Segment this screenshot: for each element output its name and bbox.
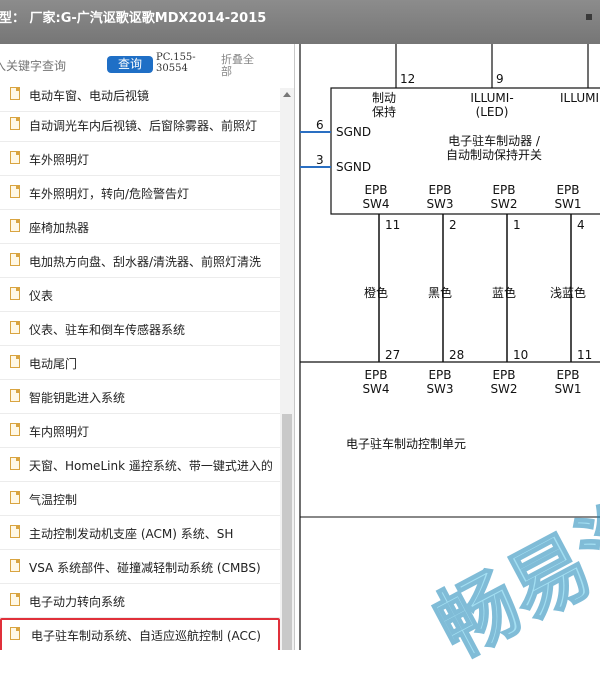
tree-item[interactable]: 座椅加热器 <box>0 210 280 244</box>
scrollbar-thumb[interactable] <box>282 414 292 650</box>
tree-item-label: 仪表 <box>29 289 54 303</box>
pin-number: 28 <box>449 348 464 362</box>
tree-item[interactable]: 电加热方向盘、刮水器/清洗器、前照灯清洗 <box>0 244 280 278</box>
document-icon <box>10 389 20 402</box>
tree-item[interactable]: 智能钥匙进入系统 <box>0 380 280 414</box>
wire-color-label: 黑色 <box>428 286 452 300</box>
document-icon <box>10 423 20 436</box>
sw-label: EPB SW1 <box>554 183 581 211</box>
window-control-icon[interactable] <box>586 14 592 20</box>
pc-code: PC.155-30554 <box>156 52 196 74</box>
wire-color-label: 橙色 <box>364 285 388 300</box>
pin-number: 27 <box>385 348 400 362</box>
left-pane: 查询 PC.155-30554 折叠全部 电动车窗、电动后视镜自动调光车内后视镜… <box>0 44 295 650</box>
pin-number: 1 <box>513 218 521 232</box>
tree-item-label: 座椅加热器 <box>29 221 90 235</box>
document-icon <box>10 87 20 100</box>
tree-item[interactable]: 自动调光车内后视镜、后窗除雾器、前照灯 <box>0 108 280 142</box>
search-button[interactable]: 查询 <box>107 56 153 73</box>
document-icon <box>10 151 20 164</box>
document-icon <box>10 321 20 334</box>
tree-item[interactable]: 仪表、驻车和倒车传感器系统 <box>0 312 280 346</box>
tree-item[interactable]: VSA 系统部件、碰撞减轻制动系统 (CMBS) <box>0 550 280 584</box>
pin-number: 10 <box>513 348 528 362</box>
tree-item-label: 电加热方向盘、刮水器/清洗器、前照灯清洗 <box>29 255 262 269</box>
document-icon <box>10 491 20 504</box>
tree-item[interactable]: 电子驻车制动系统、自适应巡航控制 (ACC) <box>0 618 280 650</box>
document-icon <box>10 287 20 300</box>
tree-item[interactable]: 气温控制 <box>0 482 280 516</box>
pin-number: 11 <box>385 218 400 232</box>
pin-number: 2 <box>449 218 457 232</box>
switch-title: 电子驻车制动器 /自动制动保持开关 <box>446 133 542 162</box>
sw-label: EPB SW2 <box>490 183 517 211</box>
tree-item[interactable]: 主动控制发动机支座 (ACM) 系统、SH <box>0 516 280 550</box>
tree-item[interactable]: 车内照明灯 <box>0 414 280 448</box>
document-icon <box>10 593 20 606</box>
tree-item[interactable]: 电动尾门 <box>0 346 280 380</box>
document-icon <box>10 253 20 266</box>
unit-title: 电子驻车制动控制单元 <box>346 436 466 451</box>
document-icon <box>10 219 20 232</box>
pin-number: 3 <box>316 153 324 167</box>
sgnd-label: SGND <box>336 160 371 174</box>
brake-hold-label: 制动保持 <box>372 91 396 119</box>
collapse-all-link[interactable]: 折叠全部 <box>221 54 261 78</box>
unit-sw-label: EPB SW4 <box>362 368 389 396</box>
tree-item-label: VSA 系统部件、碰撞减轻制动系统 (CMBS) <box>29 561 261 575</box>
unit-sw-label: EPB SW3 <box>426 368 453 396</box>
tree-item-label: 车内照明灯 <box>29 425 90 439</box>
scroll-up-icon[interactable] <box>283 92 291 97</box>
document-icon <box>10 457 20 470</box>
pin-number: 11 <box>577 348 592 362</box>
sgnd-label: SGND <box>336 125 371 139</box>
document-icon <box>10 627 20 640</box>
illumi-label: ILLUMI <box>560 91 599 105</box>
sw-label: EPB SW4 <box>362 183 389 211</box>
document-icon <box>10 117 20 130</box>
tree-item-label: 车外照明灯，转向/危险警告灯 <box>29 187 190 201</box>
tree-item[interactable]: 电动车窗、电动后视镜 <box>0 78 280 112</box>
tree-item-label: 气温控制 <box>29 493 78 507</box>
tree-item-label: 电动尾门 <box>29 357 78 371</box>
wiring-diagram: 12 9 制动保持 ILLUMI-(LED) ILLUMI 6 3 SGND SGND 电子驻车制… <box>296 44 600 676</box>
tree-item-label: 智能钥匙进入系统 <box>29 391 126 405</box>
tree-item-label: 电子驻车制动系统、自适应巡航控制 (ACC) <box>31 629 261 643</box>
pin-number: 6 <box>316 118 324 132</box>
tree-item-label: 仪表、驻车和倒车传感器系统 <box>29 323 186 337</box>
tree-item[interactable]: 仪表 <box>0 278 280 312</box>
tree-item-label: 主动控制发动机支座 (ACM) 系统、SH <box>29 527 234 541</box>
tree-item-label: 电子动力转向系统 <box>29 595 126 609</box>
tree-item[interactable]: 电子动力转向系统 <box>0 584 280 618</box>
tree-item[interactable]: 车外照明灯，转向/危险警告灯 <box>0 176 280 210</box>
tree-item-label: 电动车窗、电动后视镜 <box>29 89 150 103</box>
tree-item[interactable]: 天窗、HomeLink 遥控系统、带一键式进入的 <box>0 448 280 482</box>
document-icon <box>10 559 20 572</box>
wire-color-label: 蓝色 <box>492 286 516 300</box>
pin-number: 4 <box>577 218 585 232</box>
sw-label: EPB SW3 <box>426 183 453 211</box>
pin-number: 9 <box>496 72 504 86</box>
search-input[interactable] <box>0 56 94 76</box>
window-title: 车型： 厂家:G-广汽讴歌讴歌MDX2014-2015 <box>0 11 267 26</box>
document-icon <box>10 525 20 538</box>
tree-item-label: 自动调光车内后视镜、后窗除雾器、前照灯 <box>29 119 258 133</box>
pin-number: 12 <box>400 72 415 86</box>
wire-color-label: 浅蓝色 <box>550 286 586 300</box>
tree-item[interactable]: 车外照明灯 <box>0 142 280 176</box>
illumi-led-label: ILLUMI-(LED) <box>470 91 513 119</box>
window-title-bar: 车型： 厂家:G-广汽讴歌讴歌MDX2014-2015 <box>0 0 600 44</box>
tree-item-label: 车外照明灯 <box>29 153 90 167</box>
document-icon <box>10 355 20 368</box>
unit-sw-label: EPB SW2 <box>490 368 517 396</box>
tree-item-label: 天窗、HomeLink 遥控系统、带一键式进入的 <box>29 459 273 473</box>
unit-sw-label: EPB SW1 <box>554 368 581 396</box>
document-icon <box>10 185 20 198</box>
